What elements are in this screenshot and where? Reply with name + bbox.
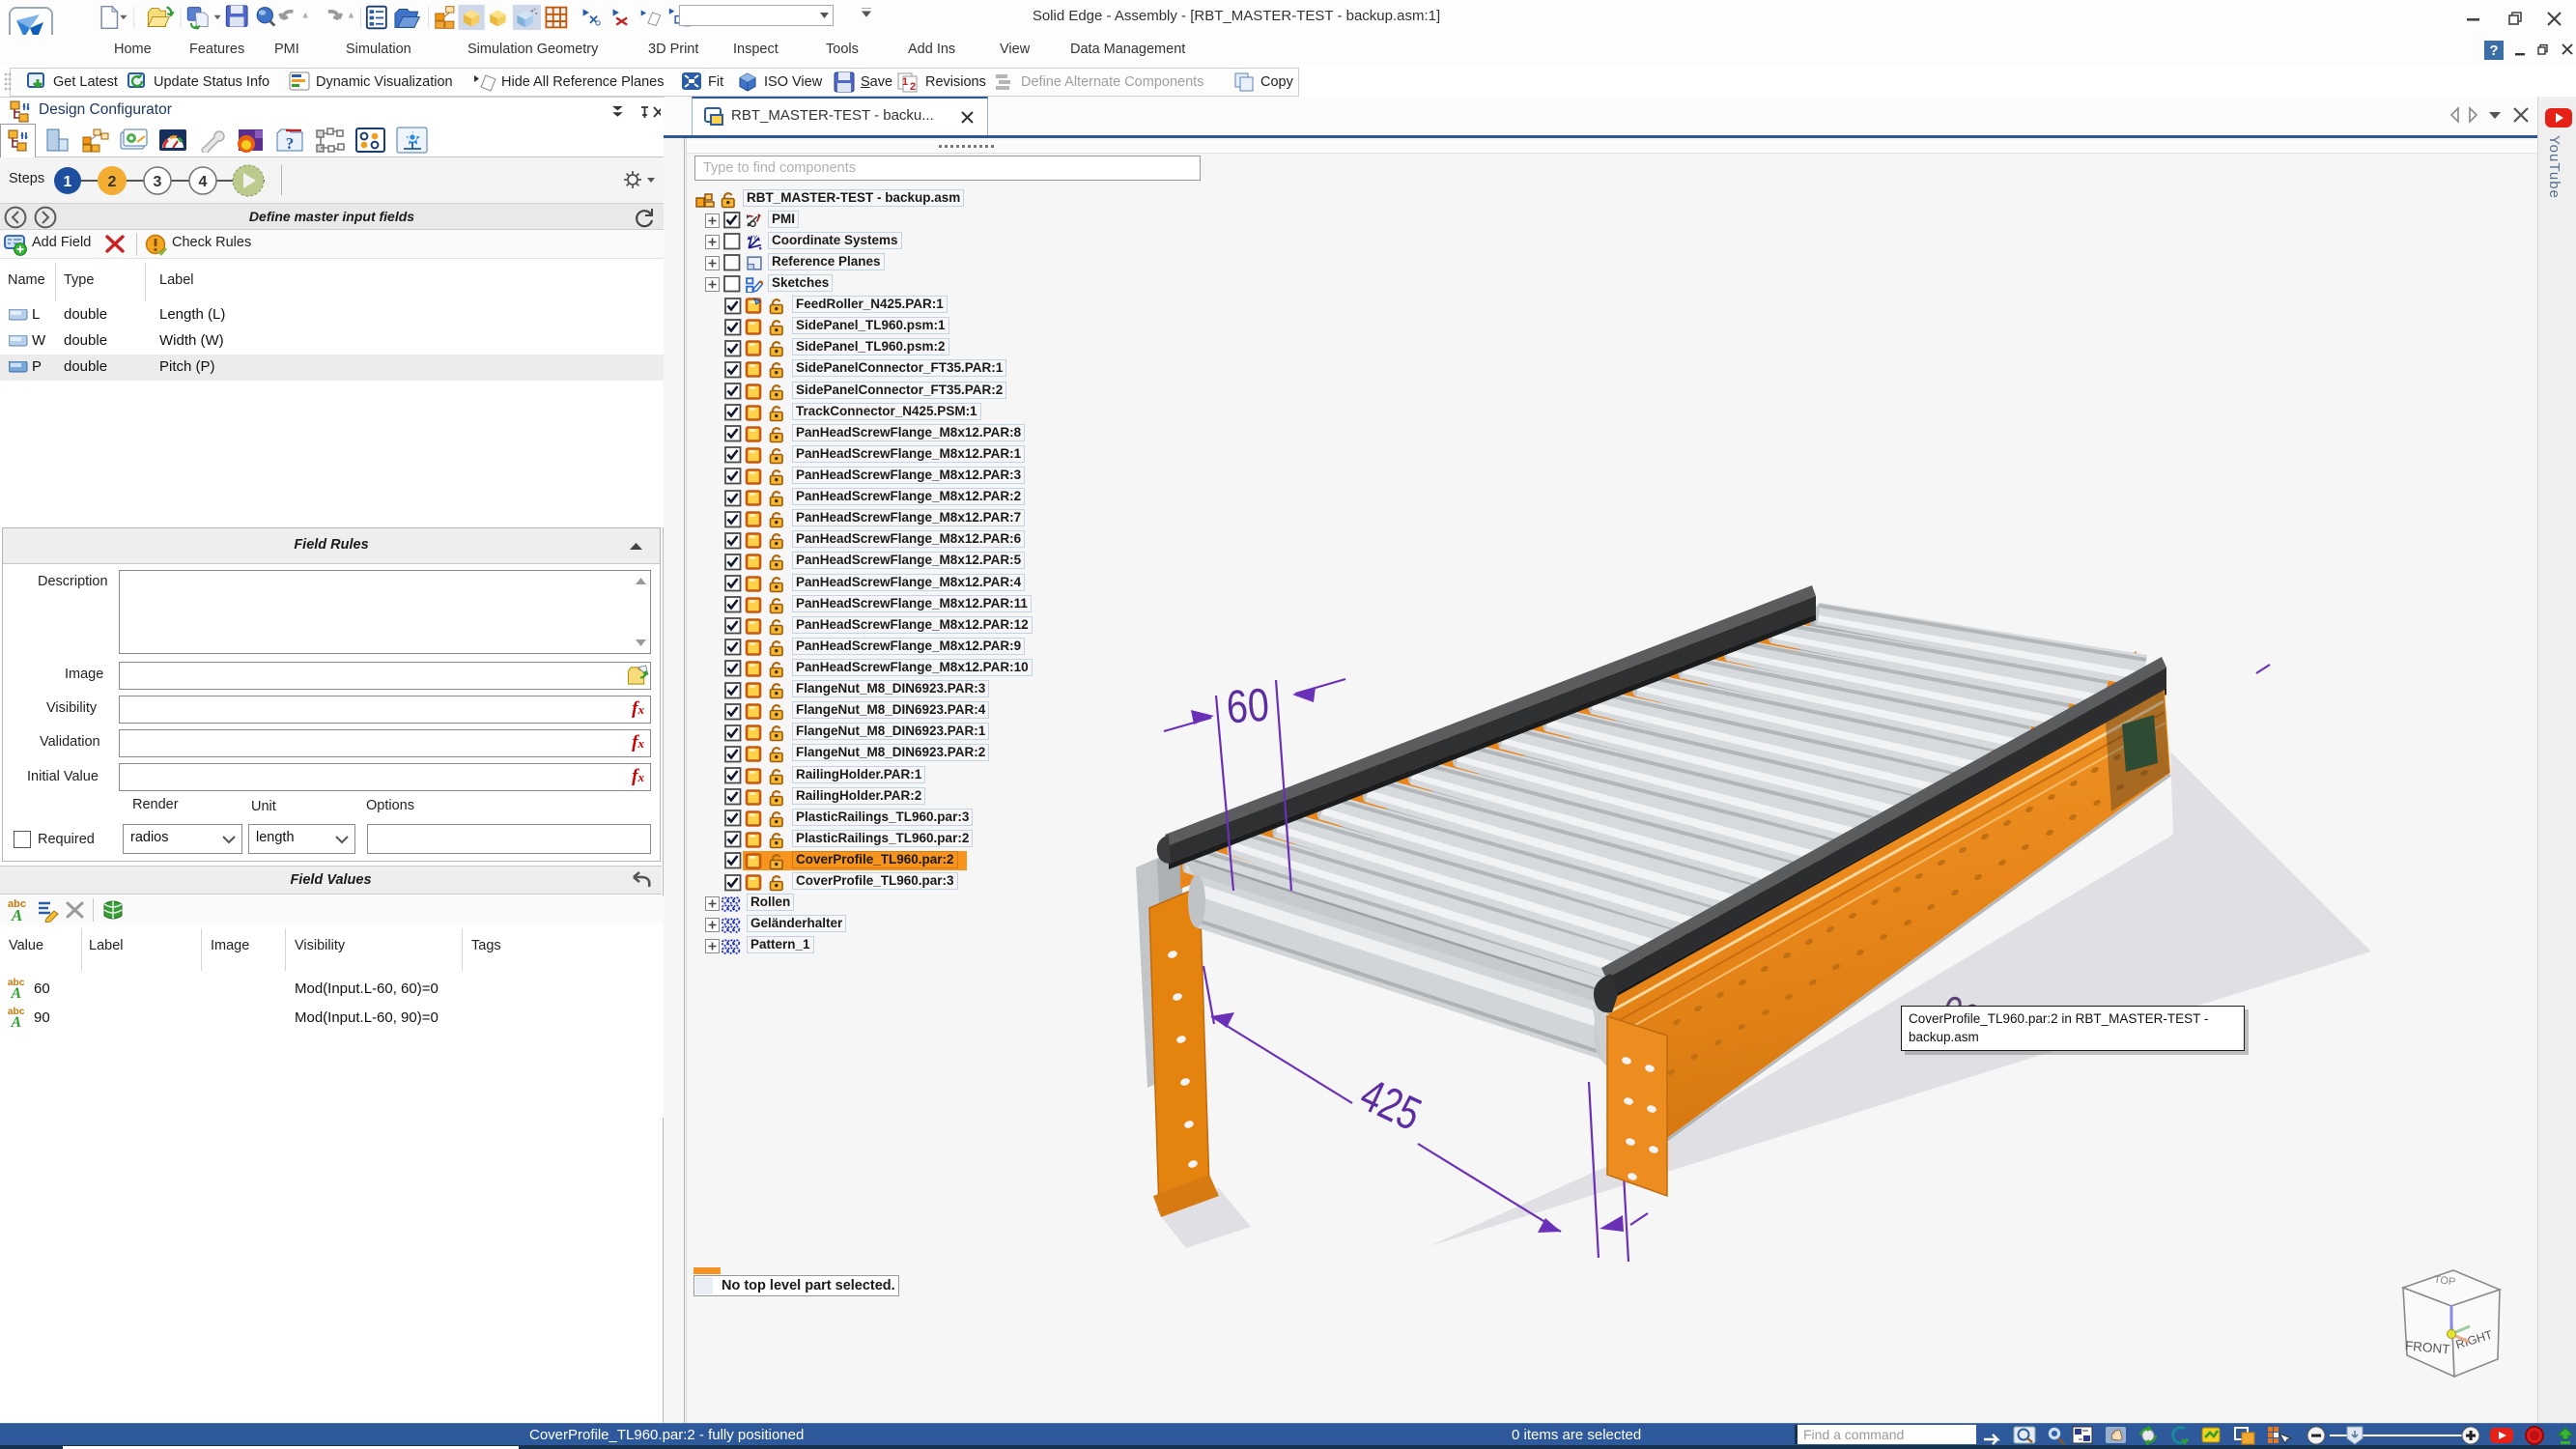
svg-text:3: 3 [154,174,162,190]
svg-text:1: 1 [902,76,908,88]
svg-text:?: ? [286,134,295,153]
svg-text:A: A [11,1014,21,1030]
svg-text:2: 2 [910,81,916,93]
svg-text:Y: Y [752,234,757,242]
svg-text:A: A [11,985,21,1001]
svg-text:?: ? [2489,43,2498,59]
svg-text:2: 2 [108,174,117,190]
svg-text:1: 1 [64,174,72,190]
svg-text:A: A [11,906,22,923]
svg-text:4: 4 [199,174,208,190]
